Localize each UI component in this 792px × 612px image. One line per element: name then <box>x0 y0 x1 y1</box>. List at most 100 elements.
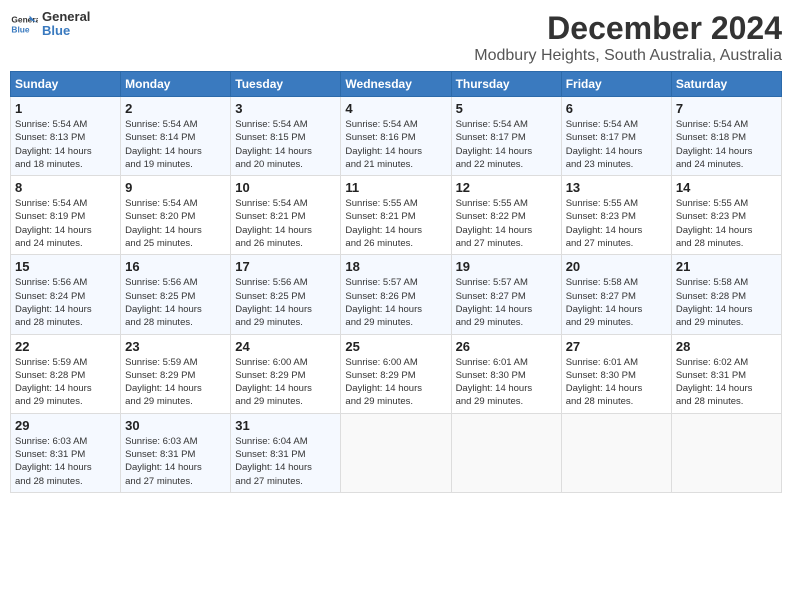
calendar-cell: 25Sunrise: 6:00 AM Sunset: 8:29 PM Dayli… <box>341 334 451 413</box>
header-tuesday: Tuesday <box>231 72 341 97</box>
week-row-3: 15 Sunrise: 5:56 AM Sunset: 8:24 PM Dayli… <box>11 255 782 334</box>
calendar-header: SundayMondayTuesdayWednesdayThursdayFrid… <box>11 72 782 97</box>
calendar-cell: 29 Sunrise: 6:03 AM Sunset: 8:31 PM Dayli… <box>11 413 121 492</box>
day-number: 14 <box>676 180 777 195</box>
day-info: Sunrise: 5:55 AM Sunset: 8:23 PM Dayligh… <box>676 197 777 250</box>
day-number: 23 <box>125 339 226 354</box>
day-number: 5 <box>456 101 557 116</box>
day-info: Sunrise: 5:55 AM Sunset: 8:21 PM Dayligh… <box>345 197 446 250</box>
day-info: Sunrise: 5:54 AM Sunset: 8:19 PM Dayligh… <box>15 197 116 250</box>
week-row-1: 1 Sunrise: 5:54 AM Sunset: 8:13 PM Daylig… <box>11 97 782 176</box>
day-info: Sunrise: 5:57 AM Sunset: 8:26 PM Dayligh… <box>345 276 446 329</box>
day-number: 16 <box>125 259 226 274</box>
day-info: Sunrise: 5:55 AM Sunset: 8:23 PM Dayligh… <box>566 197 667 250</box>
day-number: 27 <box>566 339 667 354</box>
day-info: Sunrise: 5:54 AM Sunset: 8:14 PM Dayligh… <box>125 118 226 171</box>
calendar-cell: 4 Sunrise: 5:54 AM Sunset: 8:16 PM Daylig… <box>341 97 451 176</box>
day-info: Sunrise: 5:54 AM Sunset: 8:17 PM Dayligh… <box>566 118 667 171</box>
day-number: 10 <box>235 180 336 195</box>
calendar-cell: 30 Sunrise: 6:03 AM Sunset: 8:31 PM Dayli… <box>121 413 231 492</box>
logo-line1: General <box>42 10 90 24</box>
calendar-cell: 6 Sunrise: 5:54 AM Sunset: 8:17 PM Daylig… <box>561 97 671 176</box>
day-info: Sunrise: 5:54 AM Sunset: 8:13 PM Dayligh… <box>15 118 116 171</box>
calendar-cell: 24Sunrise: 6:00 AM Sunset: 8:29 PM Dayli… <box>231 334 341 413</box>
week-row-2: 8Sunrise: 5:54 AM Sunset: 8:19 PM Daylig… <box>11 176 782 255</box>
day-number: 3 <box>235 101 336 116</box>
day-number: 30 <box>125 418 226 433</box>
day-number: 4 <box>345 101 446 116</box>
calendar-cell: 15 Sunrise: 5:56 AM Sunset: 8:24 PM Dayli… <box>11 255 121 334</box>
day-number: 19 <box>456 259 557 274</box>
day-info: Sunrise: 5:54 AM Sunset: 8:18 PM Dayligh… <box>676 118 777 171</box>
calendar-cell <box>671 413 781 492</box>
day-info: Sunrise: 6:03 AM Sunset: 8:31 PM Dayligh… <box>15 435 116 488</box>
title-area: December 2024 Modbury Heights, South Aus… <box>474 10 782 65</box>
calendar-cell: 20Sunrise: 5:58 AM Sunset: 8:27 PM Dayli… <box>561 255 671 334</box>
svg-text:General: General <box>11 15 38 25</box>
header-monday: Monday <box>121 72 231 97</box>
day-info: Sunrise: 5:54 AM Sunset: 8:16 PM Dayligh… <box>345 118 446 171</box>
calendar-cell: 28Sunrise: 6:02 AM Sunset: 8:31 PM Dayli… <box>671 334 781 413</box>
calendar-cell: 14 Sunrise: 5:55 AM Sunset: 8:23 PM Dayli… <box>671 176 781 255</box>
sub-title: Modbury Heights, South Australia, Austra… <box>474 47 782 65</box>
calendar-cell: 26Sunrise: 6:01 AM Sunset: 8:30 PM Dayli… <box>451 334 561 413</box>
day-number: 15 <box>15 259 116 274</box>
calendar-cell: 5Sunrise: 5:54 AM Sunset: 8:17 PM Daylig… <box>451 97 561 176</box>
week-row-4: 22 Sunrise: 5:59 AM Sunset: 8:28 PM Dayli… <box>11 334 782 413</box>
calendar-cell: 23 Sunrise: 5:59 AM Sunset: 8:29 PM Dayli… <box>121 334 231 413</box>
header-thursday: Thursday <box>451 72 561 97</box>
day-info: Sunrise: 5:59 AM Sunset: 8:28 PM Dayligh… <box>15 356 116 409</box>
calendar-cell: 7 Sunrise: 5:54 AM Sunset: 8:18 PM Daylig… <box>671 97 781 176</box>
day-info: Sunrise: 6:04 AM Sunset: 8:31 PM Dayligh… <box>235 435 336 488</box>
day-number: 7 <box>676 101 777 116</box>
calendar-cell: 9Sunrise: 5:54 AM Sunset: 8:20 PM Daylig… <box>121 176 231 255</box>
calendar-cell: 10Sunrise: 5:54 AM Sunset: 8:21 PM Dayli… <box>231 176 341 255</box>
calendar-cell: 11 Sunrise: 5:55 AM Sunset: 8:21 PM Dayli… <box>341 176 451 255</box>
week-row-5: 29 Sunrise: 6:03 AM Sunset: 8:31 PM Dayli… <box>11 413 782 492</box>
day-info: Sunrise: 6:02 AM Sunset: 8:31 PM Dayligh… <box>676 356 777 409</box>
calendar-cell: 27 Sunrise: 6:01 AM Sunset: 8:30 PM Dayli… <box>561 334 671 413</box>
calendar-cell: 8Sunrise: 5:54 AM Sunset: 8:19 PM Daylig… <box>11 176 121 255</box>
day-info: Sunrise: 5:56 AM Sunset: 8:24 PM Dayligh… <box>15 276 116 329</box>
calendar-body: 1 Sunrise: 5:54 AM Sunset: 8:13 PM Daylig… <box>11 97 782 493</box>
header-wednesday: Wednesday <box>341 72 451 97</box>
day-number: 29 <box>15 418 116 433</box>
day-number: 22 <box>15 339 116 354</box>
day-info: Sunrise: 5:57 AM Sunset: 8:27 PM Dayligh… <box>456 276 557 329</box>
calendar-cell: 22 Sunrise: 5:59 AM Sunset: 8:28 PM Dayli… <box>11 334 121 413</box>
day-info: Sunrise: 5:59 AM Sunset: 8:29 PM Dayligh… <box>125 356 226 409</box>
day-number: 18 <box>345 259 446 274</box>
day-info: Sunrise: 5:55 AM Sunset: 8:22 PM Dayligh… <box>456 197 557 250</box>
day-info: Sunrise: 6:01 AM Sunset: 8:30 PM Dayligh… <box>566 356 667 409</box>
day-number: 17 <box>235 259 336 274</box>
calendar-cell <box>561 413 671 492</box>
main-title: December 2024 <box>474 10 782 47</box>
day-number: 31 <box>235 418 336 433</box>
svg-text:Blue: Blue <box>11 25 29 35</box>
day-info: Sunrise: 6:03 AM Sunset: 8:31 PM Dayligh… <box>125 435 226 488</box>
day-number: 12 <box>456 180 557 195</box>
header-saturday: Saturday <box>671 72 781 97</box>
day-number: 2 <box>125 101 226 116</box>
day-info: Sunrise: 6:01 AM Sunset: 8:30 PM Dayligh… <box>456 356 557 409</box>
day-number: 21 <box>676 259 777 274</box>
day-number: 20 <box>566 259 667 274</box>
calendar-cell: 3Sunrise: 5:54 AM Sunset: 8:15 PM Daylig… <box>231 97 341 176</box>
day-number: 11 <box>345 180 446 195</box>
day-number: 25 <box>345 339 446 354</box>
calendar-cell: 12 Sunrise: 5:55 AM Sunset: 8:22 PM Dayli… <box>451 176 561 255</box>
calendar-cell: 13Sunrise: 5:55 AM Sunset: 8:23 PM Dayli… <box>561 176 671 255</box>
logo-icon: General Blue <box>10 10 38 38</box>
calendar-cell: 16 Sunrise: 5:56 AM Sunset: 8:25 PM Dayli… <box>121 255 231 334</box>
header-friday: Friday <box>561 72 671 97</box>
calendar-cell: 2 Sunrise: 5:54 AM Sunset: 8:14 PM Daylig… <box>121 97 231 176</box>
calendar-cell: 1 Sunrise: 5:54 AM Sunset: 8:13 PM Daylig… <box>11 97 121 176</box>
header: General Blue General Blue December 2024 … <box>10 10 782 65</box>
calendar-cell: 19 Sunrise: 5:57 AM Sunset: 8:27 PM Dayli… <box>451 255 561 334</box>
day-info: Sunrise: 5:56 AM Sunset: 8:25 PM Dayligh… <box>235 276 336 329</box>
day-info: Sunrise: 5:56 AM Sunset: 8:25 PM Dayligh… <box>125 276 226 329</box>
day-info: Sunrise: 6:00 AM Sunset: 8:29 PM Dayligh… <box>235 356 336 409</box>
day-number: 6 <box>566 101 667 116</box>
day-number: 1 <box>15 101 116 116</box>
logo: General Blue General Blue <box>10 10 90 39</box>
